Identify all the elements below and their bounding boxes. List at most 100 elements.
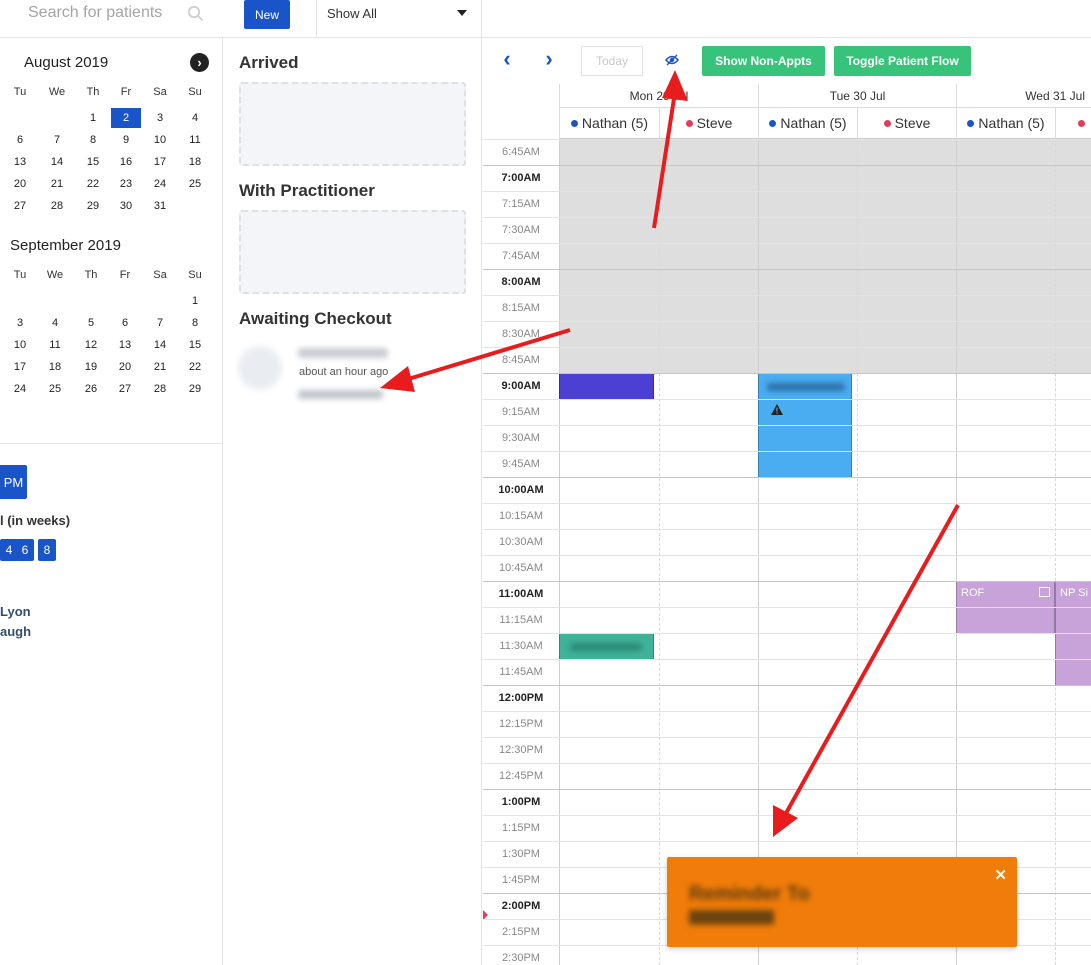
day-cell[interactable]: 22	[78, 174, 108, 194]
time-label: 7:45AM	[502, 250, 540, 262]
practitioner-name[interactable]: augh	[0, 624, 31, 639]
weekday-label: Sa	[153, 86, 167, 98]
day-cell[interactable]: 21	[42, 174, 72, 194]
day-cell[interactable]: 16	[111, 152, 141, 172]
day-cell[interactable]: 29	[78, 196, 108, 216]
time-label: 7:15AM	[502, 198, 540, 210]
practitioner-column-header[interactable]: Nathan (5)	[956, 108, 1055, 139]
filter-select[interactable]: Show All	[316, 0, 482, 38]
day-cell[interactable]: 4	[40, 313, 70, 333]
day-cell[interactable]: 15	[180, 335, 210, 355]
day-cell[interactable]: 23	[111, 174, 141, 194]
day-cell[interactable]: 27	[5, 196, 35, 216]
appointment-block[interactable]	[559, 633, 654, 660]
new-button[interactable]: New	[244, 0, 290, 29]
time-label: 9:45AM	[502, 458, 540, 470]
time-label: 8:00AM	[501, 276, 541, 288]
day-cell[interactable]: 21	[145, 357, 175, 377]
chevron-left-icon[interactable]: ‹	[498, 48, 516, 70]
day-cell[interactable]: 4	[180, 108, 210, 128]
time-row-line	[483, 659, 1091, 660]
day-cell[interactable]: 6	[110, 313, 140, 333]
search-input[interactable]	[28, 2, 178, 24]
day-cell[interactable]: 18	[180, 152, 210, 172]
time-row-line	[483, 789, 1091, 790]
day-cell[interactable]: 18	[40, 357, 70, 377]
day-cell[interactable]: 17	[145, 152, 175, 172]
day-cell[interactable]: 28	[145, 379, 175, 399]
practitioner-column-header[interactable]: Nathan (5)	[758, 108, 857, 139]
week-option-8[interactable]: 8	[38, 539, 56, 561]
time-row-line	[483, 607, 1091, 608]
day-header[interactable]: Mon 29 Jul	[559, 84, 758, 108]
day-cell[interactable]: 10	[5, 335, 35, 355]
appointment-block[interactable]	[559, 373, 654, 400]
practitioner-column-header[interactable]: Steve	[857, 108, 956, 139]
eye-icon[interactable]	[665, 54, 679, 66]
day-cell[interactable]: 24	[145, 174, 175, 194]
search-icon[interactable]	[187, 5, 204, 22]
day-cell[interactable]: 13	[5, 152, 35, 172]
day-cell[interactable]: 13	[110, 335, 140, 355]
arrived-dropzone[interactable]	[239, 82, 466, 166]
show-non-appts-button[interactable]: Show Non-Appts	[702, 46, 825, 76]
day-cell[interactable]: 3	[145, 108, 175, 128]
day-cell[interactable]: 20	[5, 174, 35, 194]
day-cell[interactable]: 28	[42, 196, 72, 216]
nathan-dot	[570, 119, 578, 127]
today-button[interactable]: Today	[581, 46, 643, 76]
toast-subtitle-blurred: ██████████	[689, 910, 775, 924]
day-cell[interactable]: 29	[180, 379, 210, 399]
day-cell[interactable]: 25	[180, 174, 210, 194]
practitioner-column-header[interactable]	[1055, 108, 1091, 139]
day-cell[interactable]: 1	[78, 108, 108, 128]
day-cell[interactable]: 10	[145, 130, 175, 150]
practitioner-name[interactable]: Lyon	[0, 604, 31, 619]
time-row-line	[483, 191, 1091, 192]
day-cell[interactable]: 7	[42, 130, 72, 150]
pm-button[interactable]: PM	[0, 465, 27, 499]
day-cell[interactable]: 12	[76, 335, 106, 355]
weekday-label: We	[48, 86, 66, 98]
close-icon[interactable]: ✕	[994, 866, 1007, 884]
time-label: 11:45AM	[499, 666, 543, 678]
day-cell[interactable]: 24	[5, 379, 35, 399]
day-cell[interactable]: 5	[76, 313, 106, 333]
day-cell[interactable]: 14	[145, 335, 175, 355]
day-header[interactable]: Tue 30 Jul	[758, 84, 956, 108]
day-cell[interactable]: 30	[111, 196, 141, 216]
day-cell[interactable]: 26	[76, 379, 106, 399]
practitioner-column-header[interactable]: Steve	[659, 108, 758, 139]
day-cell[interactable]: 6	[5, 130, 35, 150]
practitioner-column-header[interactable]: Nathan (5)	[559, 108, 659, 139]
selected-day[interactable]: 2	[111, 108, 141, 128]
chevron-right-icon[interactable]: ›	[540, 48, 558, 70]
day-cell[interactable]: 31	[145, 196, 175, 216]
day-cell[interactable]: 20	[110, 357, 140, 377]
day-cell[interactable]: 7	[145, 313, 175, 333]
day-cell[interactable]: 25	[40, 379, 70, 399]
time-label: 10:45AM	[498, 562, 544, 574]
day-cell[interactable]: 11	[180, 130, 210, 150]
with-practitioner-dropzone[interactable]	[239, 210, 466, 294]
toggle-patient-flow-button[interactable]: Toggle Patient Flow	[834, 46, 971, 76]
day-cell[interactable]: 19	[76, 357, 106, 377]
awaiting-patient-card[interactable]: about an hour ago	[234, 340, 474, 404]
day-cell[interactable]: 14	[42, 152, 72, 172]
top-bar: New Show All	[0, 0, 1091, 38]
week-option-6[interactable]: 6	[16, 539, 34, 561]
day-cell[interactable]: 27	[110, 379, 140, 399]
day-cell[interactable]: 8	[78, 130, 108, 150]
time-label: 12:30PM	[498, 744, 544, 756]
day-cell[interactable]: 11	[40, 335, 70, 355]
reminder-toast[interactable]: Reminder To ██████████ ✕	[667, 857, 1017, 947]
day-cell[interactable]: 17	[5, 357, 35, 377]
day-cell[interactable]: 22	[180, 357, 210, 377]
chevron-right-icon[interactable]: ›	[190, 53, 209, 72]
day-header[interactable]: Wed 31 Jul	[956, 84, 1091, 108]
day-cell[interactable]: 1	[180, 291, 210, 311]
day-cell[interactable]: 15	[78, 152, 108, 172]
day-cell[interactable]: 9	[111, 130, 141, 150]
day-cell[interactable]: 3	[5, 313, 35, 333]
day-cell[interactable]: 8	[180, 313, 210, 333]
